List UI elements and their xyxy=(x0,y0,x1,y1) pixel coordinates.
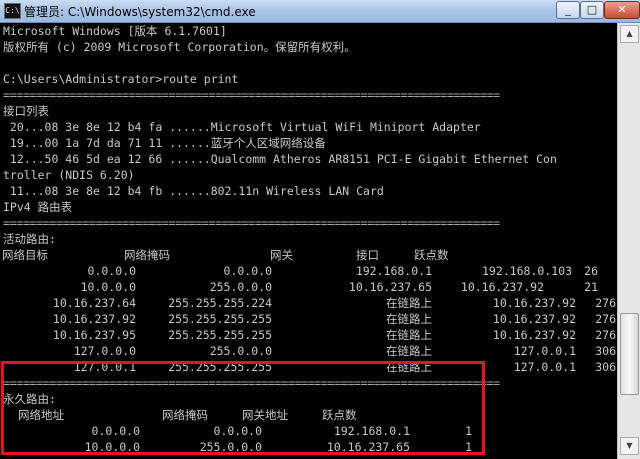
route-metric: 276 xyxy=(595,328,616,342)
route-dest: 10.16.237.92 xyxy=(52,312,136,326)
route-metric: 306 xyxy=(595,360,616,374)
route-mask: 255.0.0.0 xyxy=(209,344,272,358)
header-line: Microsoft Windows [版本 6.1.7601] xyxy=(3,24,227,38)
route-mask: 0.0.0.0 xyxy=(223,264,272,278)
close-button[interactable]: ✕ xyxy=(604,1,640,19)
minimize-button[interactable]: _ xyxy=(556,1,580,19)
route-mask: 255.255.255.255 xyxy=(168,312,272,326)
col-header-dest: 网络目标 xyxy=(2,248,48,262)
interface-row: 11...08 3e 8e 12 b4 fb ......802.11n Wir… xyxy=(3,184,384,198)
col-header-metric: 跃点数 xyxy=(414,248,449,262)
active-routes-title: 活动路由: xyxy=(3,232,56,246)
route-iface: 192.168.0.103 xyxy=(481,264,572,278)
route-gateway: 在链路上 xyxy=(386,312,432,326)
route-metric: 276 xyxy=(595,296,616,310)
interface-row: 12...50 46 5d ea 12 66 ......Qualcomm At… xyxy=(3,152,557,166)
route-metric: 276 xyxy=(595,312,616,326)
route-gateway: 在链路上 xyxy=(386,296,432,310)
route-gateway: 在链路上 xyxy=(386,328,432,342)
route-metric: 26 xyxy=(584,264,598,278)
route-mask: 255.255.255.224 xyxy=(168,296,272,310)
route-iface: 10.16.237.92 xyxy=(492,296,576,310)
vertical-scrollbar[interactable]: ▲ ▼ xyxy=(617,23,640,459)
route-dest: 0.0.0.0 xyxy=(87,264,136,278)
route-iface: 10.16.237.92 xyxy=(460,280,544,294)
route-iface: 10.16.237.92 xyxy=(492,328,576,342)
scroll-up-arrow-icon[interactable]: ▲ xyxy=(620,25,639,43)
maximize-button[interactable]: □ xyxy=(580,1,604,19)
route-metric: 306 xyxy=(595,344,616,358)
ipv4-table-title: IPv4 路由表 xyxy=(3,200,73,214)
route-dest: 10.0.0.0 xyxy=(80,280,136,294)
scroll-thumb[interactable] xyxy=(620,313,639,395)
persistent-routes-highlight xyxy=(1,361,485,455)
col-header-iface: 接口 xyxy=(356,248,379,262)
interface-row: 19...00 1a 7d da 71 11 ......蓝牙个人区域网络设备 xyxy=(3,136,326,150)
command-prompt: C:\Users\Administrator>route print xyxy=(3,72,239,86)
route-gateway: 10.16.237.65 xyxy=(348,280,432,294)
separator: ========================================… xyxy=(3,88,500,102)
route-iface: 10.16.237.92 xyxy=(492,312,576,326)
scroll-down-arrow-icon[interactable]: ▼ xyxy=(620,437,639,455)
route-dest: 10.16.237.64 xyxy=(52,296,136,310)
route-gateway: 192.168.0.1 xyxy=(355,264,432,278)
separator: ========================================… xyxy=(3,216,500,230)
route-dest: 10.16.237.95 xyxy=(52,328,136,342)
interface-list-title: 接口列表 xyxy=(3,104,49,118)
cmd-window: C:\ 管理员: C:\Windows\system32\cmd.exe _ □… xyxy=(0,0,640,459)
window-title: 管理员: C:\Windows\system32\cmd.exe xyxy=(24,5,256,19)
route-iface: 127.0.0.1 xyxy=(513,344,576,358)
route-gateway: 在链路上 xyxy=(386,344,432,358)
route-mask: 255.255.255.255 xyxy=(168,328,272,342)
route-metric: 21 xyxy=(584,280,598,294)
interface-row: 20...08 3e 8e 12 b4 fa ......Microsoft V… xyxy=(3,120,481,134)
copyright-line: 版权所有 (c) 2009 Microsoft Corporation。保留所有… xyxy=(3,40,356,54)
title-bar[interactable]: C:\ 管理员: C:\Windows\system32\cmd.exe _ □… xyxy=(0,0,640,23)
route-dest: 127.0.0.0 xyxy=(73,344,136,358)
col-header-mask: 网络掩码 xyxy=(124,248,170,262)
col-header-gateway: 网关 xyxy=(270,248,293,262)
cmd-icon: C:\ xyxy=(4,3,21,19)
interface-row-wrap: troller (NDIS 6.20) xyxy=(3,168,135,182)
route-mask: 255.0.0.0 xyxy=(209,280,272,294)
